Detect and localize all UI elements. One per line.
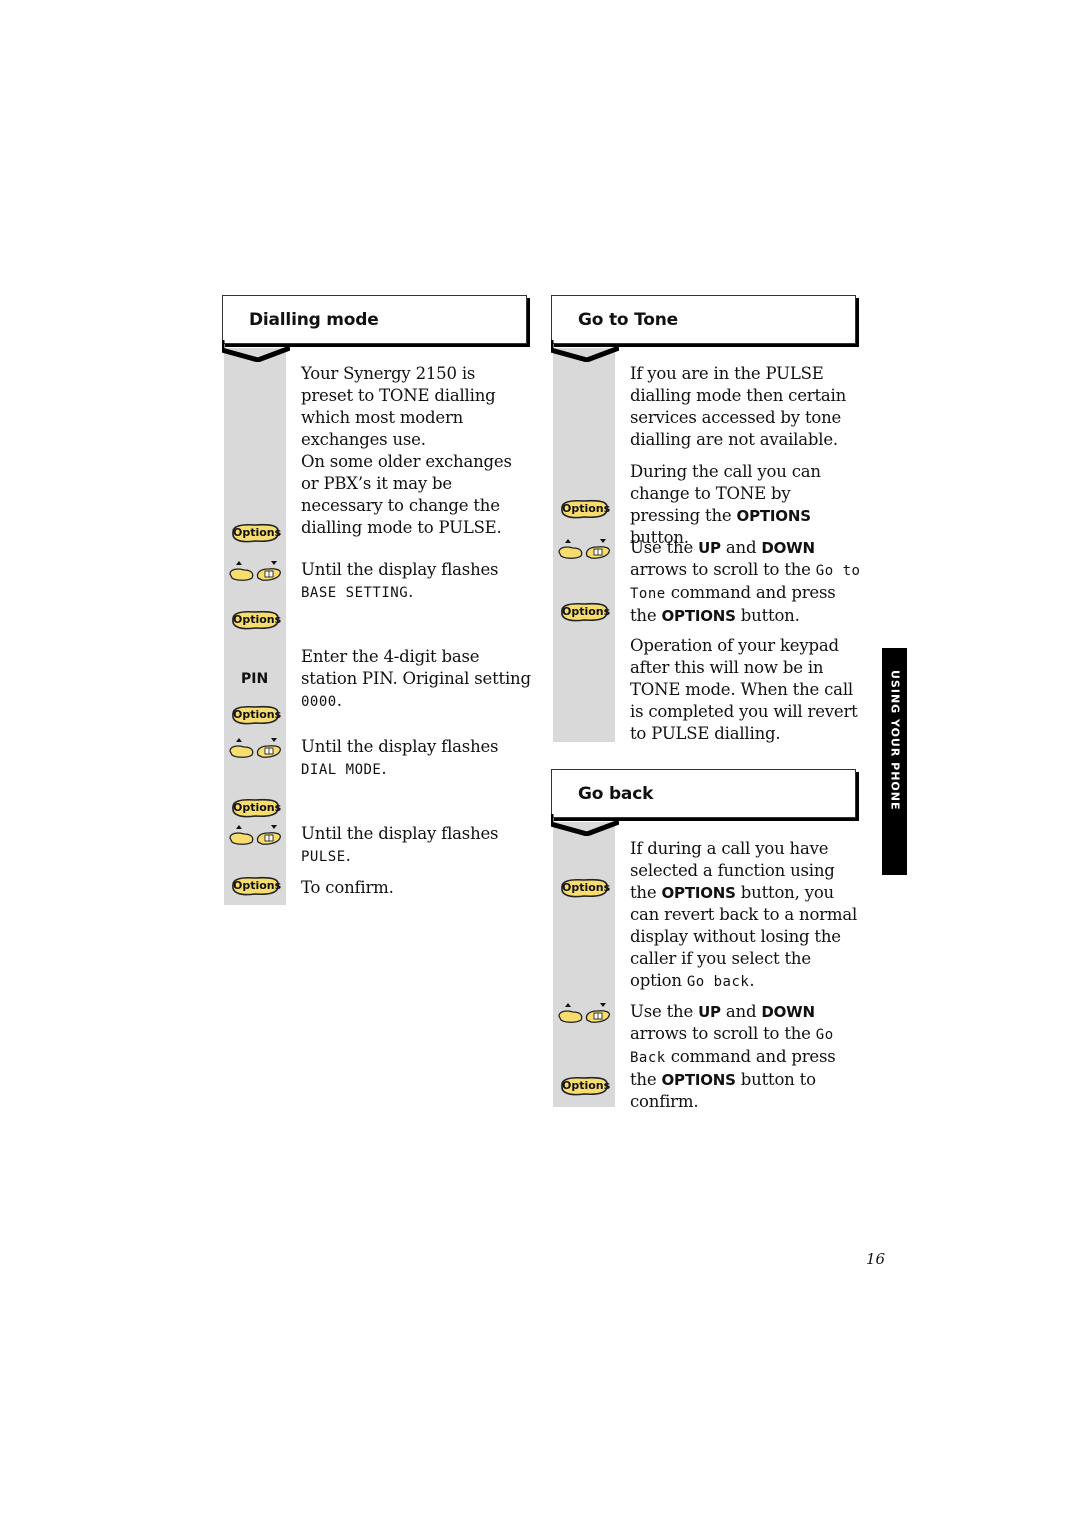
section-header: Go back: [551, 769, 856, 818]
punct: .: [408, 582, 414, 601]
options-keyword: OPTIONS: [661, 1071, 736, 1089]
options-label: Options: [562, 881, 611, 894]
options-label: Options: [562, 605, 611, 618]
step-base-setting: Until the display flashes BASE SETTING.: [301, 559, 531, 604]
text: Use the: [630, 1002, 699, 1021]
tone-paragraph-4: Operation of your keypad after this will…: [630, 636, 858, 743]
text: arrows to scroll to the: [630, 1024, 816, 1043]
section-title: Go back: [578, 784, 654, 804]
up-keyword: UP: [698, 1003, 721, 1021]
down-keyword: DOWN: [761, 539, 815, 557]
header-notch-icon: [551, 814, 619, 836]
options-keyword: OPTIONS: [736, 507, 811, 525]
options-keyword: OPTIONS: [661, 607, 736, 625]
lcd-text: 0000: [301, 694, 337, 710]
section-title: Dialling mode: [249, 310, 379, 330]
step-text: Until the display flashes: [301, 824, 499, 843]
options-label: Options: [233, 879, 282, 892]
back-paragraph-1: If during a call you have selected a fun…: [630, 838, 862, 993]
options-label: Options: [233, 613, 282, 626]
up-keyword: UP: [698, 539, 721, 557]
chapter-side-tab: USING YOUR PHONE: [882, 648, 907, 875]
lcd-text: Go back: [686, 974, 750, 990]
text: and: [720, 1002, 762, 1021]
text: Use the: [630, 538, 699, 557]
section-header: Go to Tone: [551, 295, 856, 344]
header-notch-icon: [551, 340, 619, 362]
up-down-arrows-icon: [228, 737, 284, 759]
section-title: Go to Tone: [578, 310, 678, 330]
down-keyword: DOWN: [761, 1003, 815, 1021]
tone-paragraph-2: During the call you can change to TONE b…: [630, 461, 862, 549]
header-notch-icon: [222, 340, 290, 362]
options-label: Options: [562, 1079, 611, 1092]
text: arrows to scroll to the: [630, 560, 816, 579]
up-down-arrows-icon: [228, 560, 284, 582]
back-paragraph-2: Use the UP and DOWN arrows to scroll to …: [630, 1001, 862, 1113]
step-pulse: Until the display flashes PULSE.: [301, 823, 531, 868]
up-down-arrows-icon: [557, 538, 613, 560]
intro-paragraph: Your Synergy 2150 is preset to TONE dial…: [301, 364, 512, 537]
options-label: Options: [233, 526, 282, 539]
punct: .: [345, 846, 351, 865]
options-label: Options: [233, 708, 282, 721]
tone-paragraph-3: Use the UP and DOWN arrows to scroll to …: [630, 537, 862, 627]
lcd-text: PULSE: [301, 849, 346, 865]
pin-key-label: PIN: [241, 671, 269, 687]
step-dial-mode: Until the display flashes DIAL MODE.: [301, 736, 531, 781]
step-text: Enter the 4-digit base station PIN. Orig…: [301, 647, 531, 688]
text: and: [720, 538, 762, 557]
key-gutter: [553, 822, 615, 1107]
up-down-arrows-icon: [228, 824, 284, 846]
punct: .: [381, 759, 387, 778]
chapter-tab-label: USING YOUR PHONE: [888, 670, 901, 811]
step-text: Until the display flashes: [301, 737, 499, 756]
punct: .: [336, 691, 342, 710]
up-down-arrows-icon: [557, 1002, 613, 1024]
lcd-text: BASE SETTING: [301, 585, 409, 601]
step-enter-pin: Enter the 4-digit base station PIN. Orig…: [301, 646, 536, 713]
step-text: Until the display flashes: [301, 560, 499, 579]
text: button.: [735, 606, 800, 625]
tone-paragraph-1: If you are in the PULSE dialling mode th…: [630, 364, 847, 449]
section-header: Dialling mode: [222, 295, 527, 344]
lcd-text: DIAL MODE: [301, 762, 382, 778]
text: .: [749, 971, 755, 990]
page-number: 16: [866, 1250, 886, 1268]
options-label: Options: [562, 502, 611, 515]
step-confirm: To confirm.: [301, 878, 394, 897]
options-keyword: OPTIONS: [661, 884, 736, 902]
options-label: Options: [233, 801, 282, 814]
